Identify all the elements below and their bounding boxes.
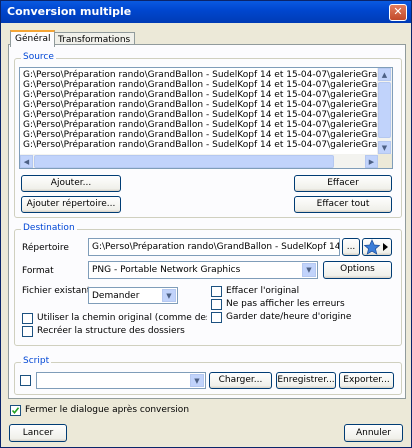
use-original-path-checkbox[interactable] [22, 313, 33, 324]
chevron-down-icon[interactable]: ▼ [190, 374, 204, 387]
scroll-down-icon[interactable]: ▼ [378, 141, 391, 154]
list-item[interactable]: G:\Perso\Préparation rando\GrandBallon -… [23, 140, 392, 150]
script-legend: Script [21, 356, 52, 366]
hide-errors-label: Ne pas afficher les erreurs [226, 299, 345, 309]
list-item[interactable]: G:\Perso\Préparation rando\GrandBallon -… [23, 110, 392, 120]
options-button[interactable]: Options [323, 261, 392, 279]
hide-errors-checkbox[interactable] [211, 299, 222, 310]
format-select[interactable]: PNG - Portable Network Graphics ▼ [88, 261, 318, 279]
list-item[interactable]: G:\Perso\Préparation rando\GrandBallon -… [23, 90, 392, 100]
list-item[interactable]: G:\Perso\Préparation rando\GrandBallon -… [23, 80, 392, 90]
vertical-scroll-thumb[interactable] [378, 82, 391, 138]
close-after-checkbox[interactable] [10, 405, 21, 416]
tab-general[interactable]: Général [10, 30, 56, 47]
clear-button[interactable]: Effacer [294, 175, 392, 192]
destination-legend: Destination [21, 223, 77, 233]
script-checkbox[interactable] [20, 375, 31, 386]
checkmark-icon [11, 407, 20, 415]
window-title: Conversion multiple [7, 5, 132, 18]
browse-button[interactable]: ... [342, 238, 360, 256]
recreate-structure-label: Recréer la structure des dossiers [37, 326, 185, 336]
existing-file-value: Demander [92, 291, 140, 301]
close-after-label: Fermer le dialogue après conversion [25, 405, 190, 415]
scroll-left-icon[interactable]: ◀ [20, 155, 33, 168]
title-bar[interactable]: Conversion multiple ✕ [1, 1, 411, 23]
chevron-down-icon[interactable]: ▼ [162, 289, 176, 302]
scroll-right-icon[interactable]: ▶ [365, 155, 378, 168]
script-select[interactable]: ▼ [36, 372, 206, 389]
chevron-down-icon[interactable]: ▼ [302, 263, 316, 277]
save-script-button[interactable]: Enregistrer... [276, 372, 336, 389]
list-item[interactable]: G:\Perso\Préparation rando\GrandBallon -… [23, 120, 392, 130]
use-original-path-label: Utiliser la chemin original (comme desti… [37, 313, 207, 323]
scroll-up-icon[interactable]: ▲ [378, 68, 391, 81]
vertical-scrollbar[interactable]: ▲ ▼ [377, 68, 392, 154]
keep-date-checkbox[interactable] [211, 312, 222, 323]
source-file-list[interactable]: G:\Perso\Préparation rando\GrandBallon -… [19, 67, 393, 169]
format-value: PNG - Portable Network Graphics [92, 265, 241, 275]
load-script-button[interactable]: Charger... [209, 372, 272, 389]
source-legend: Source [21, 52, 56, 62]
recreate-structure-checkbox[interactable] [22, 326, 33, 337]
cancel-button[interactable]: Annuler [344, 424, 403, 442]
add-directory-button[interactable]: Ajouter répertoire... [21, 196, 121, 213]
horizontal-scrollbar[interactable]: ◀ ▶ [20, 154, 378, 168]
clear-all-button[interactable]: Effacer tout [294, 196, 392, 213]
close-button[interactable]: ✕ [389, 4, 407, 21]
keep-date-label: Garder date/heure d'origine [226, 312, 352, 322]
list-item[interactable]: G:\Perso\Préparation rando\GrandBallon -… [23, 70, 392, 80]
delete-original-checkbox[interactable] [211, 286, 222, 297]
start-button[interactable]: Lancer [9, 424, 67, 442]
export-script-button[interactable]: Exporter... [339, 372, 394, 389]
dialog-window: Conversion multiple ✕ Général Transforma… [0, 0, 412, 448]
horizontal-scroll-thumb[interactable] [34, 155, 334, 168]
list-item[interactable]: G:\Perso\Préparation rando\GrandBallon -… [23, 100, 392, 110]
favorites-button[interactable] [362, 238, 392, 256]
star-icon [363, 239, 388, 255]
delete-original-label: Effacer l'original [226, 286, 300, 296]
format-label: Format [22, 266, 54, 276]
arrow-right-icon [383, 243, 388, 251]
directory-label: Répertoire [22, 243, 69, 253]
existing-file-label: Fichier existant [22, 286, 91, 296]
list-item[interactable]: G:\Perso\Préparation rando\GrandBallon -… [23, 130, 392, 140]
directory-input[interactable]: G:\Perso\Préparation rando\GrandBallon -… [88, 238, 340, 256]
add-button[interactable]: Ajouter... [21, 175, 121, 192]
existing-file-select[interactable]: Demander ▼ [88, 287, 178, 304]
scroll-corner [378, 154, 392, 168]
